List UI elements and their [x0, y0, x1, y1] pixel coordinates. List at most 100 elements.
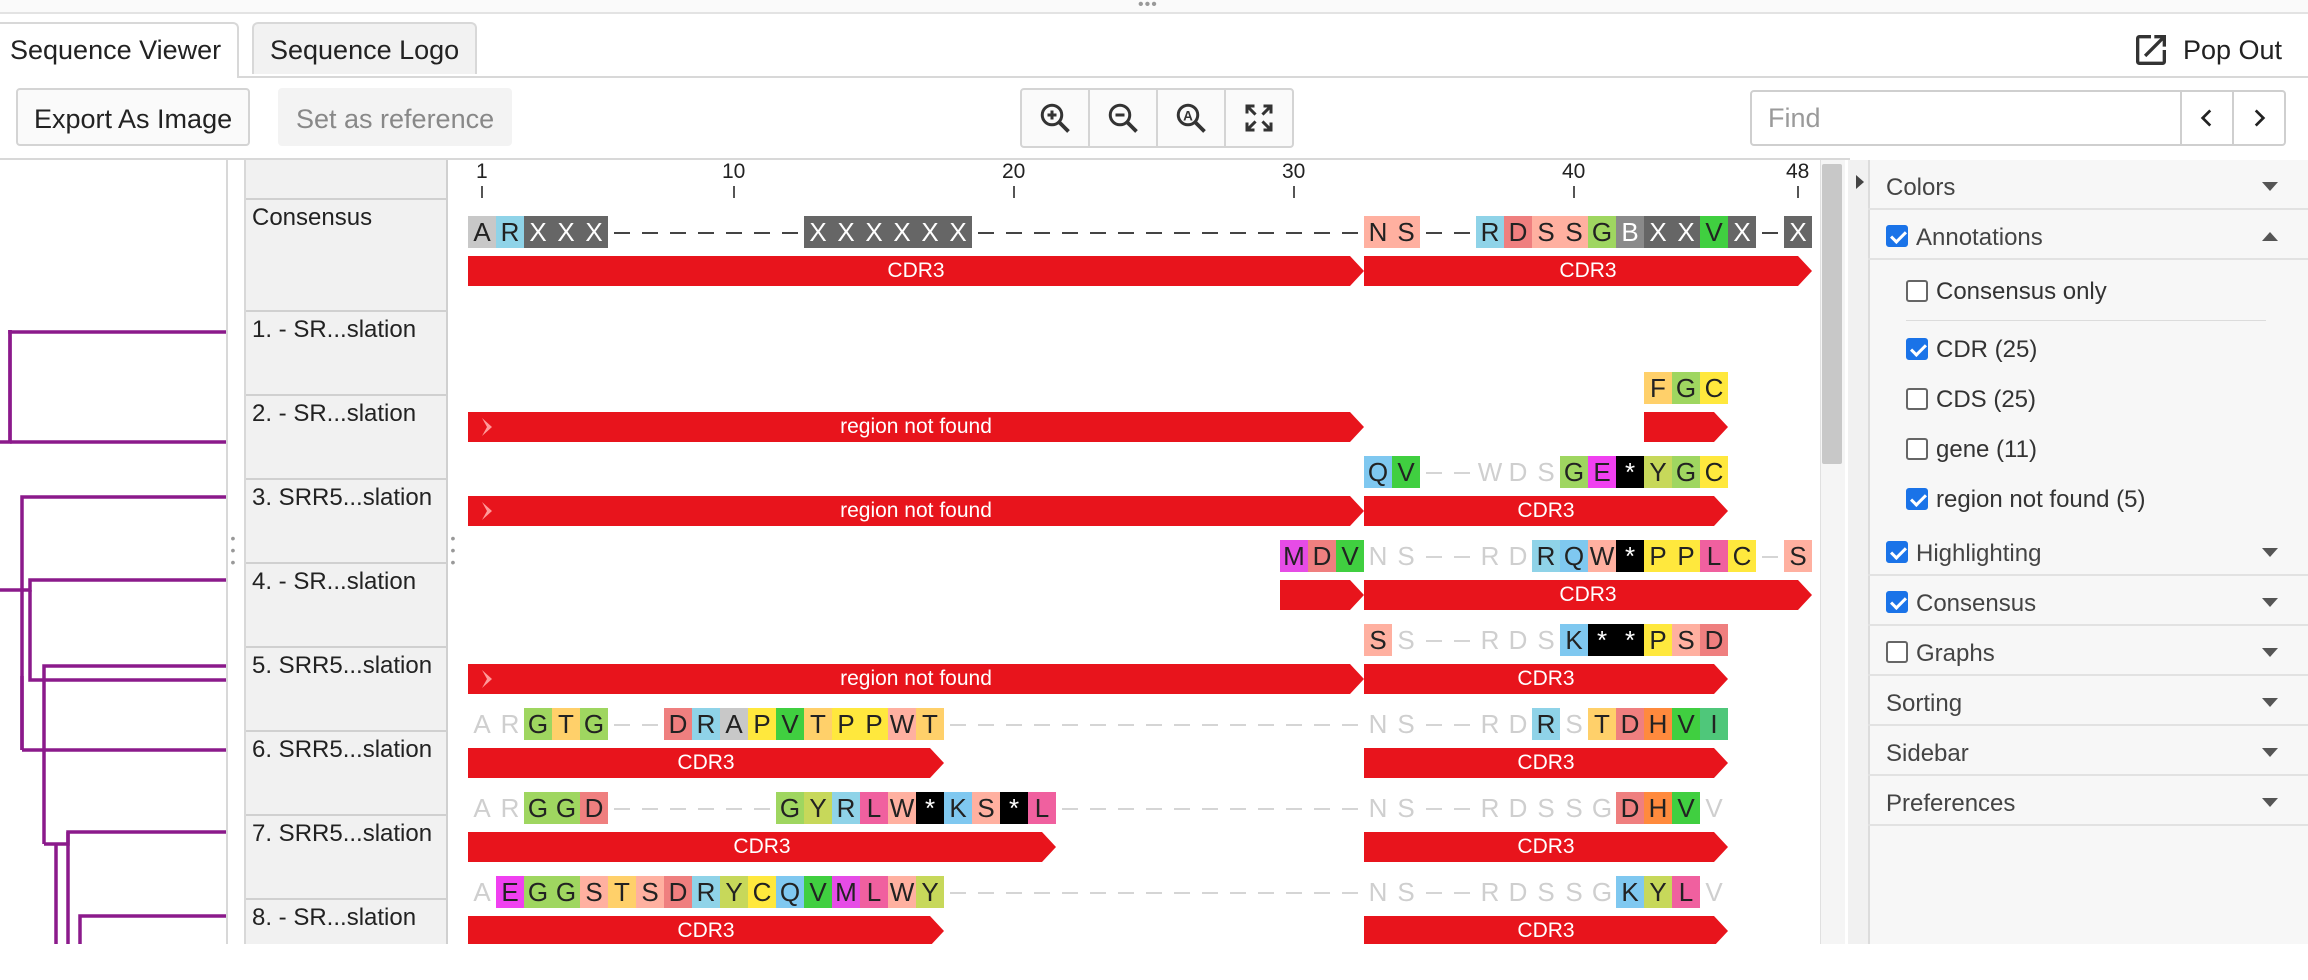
cdr3-annotation[interactable]: CDR3 [1364, 748, 1728, 778]
alignment-gap [1090, 808, 1106, 810]
residue: P [748, 708, 776, 740]
residue: X [860, 216, 888, 248]
zoom-out-button[interactable] [1090, 90, 1158, 146]
annotation-option-checkbox[interactable] [1906, 338, 1928, 360]
alignment-gap [642, 232, 658, 234]
cdr3-annotation[interactable]: CDR3 [1364, 256, 1812, 286]
residue: S [1397, 625, 1415, 655]
cdr3-annotation[interactable] [1644, 412, 1728, 442]
drag-handle-icon[interactable]: ••• [1138, 0, 1158, 13]
residue: N [1368, 793, 1388, 823]
sequence-label[interactable]: 3. SRR5...slation [246, 478, 446, 560]
alignment-gap [754, 232, 770, 234]
region-not-found-annotation[interactable]: region not found [468, 496, 1364, 526]
annotation-option-checkbox[interactable] [1906, 438, 1928, 460]
zoom-fit-button[interactable]: A [1158, 90, 1226, 146]
scrollbar-thumb[interactable] [1822, 164, 1842, 464]
phylogenetic-tree [0, 330, 226, 944]
section-sidebar[interactable]: Sidebar [1868, 728, 2308, 776]
section-checkbox[interactable] [1886, 225, 1908, 247]
annotation-option[interactable]: Consensus only [1868, 266, 2308, 316]
fullscreen-button[interactable] [1226, 90, 1292, 146]
section-annotations[interactable]: Annotations [1868, 212, 2308, 260]
residue: E [496, 876, 524, 908]
cdr3-annotation[interactable]: CDR3 [1364, 580, 1812, 610]
section-graphs[interactable]: Graphs [1868, 628, 2308, 676]
residue: S [580, 876, 608, 908]
section-sorting[interactable]: Sorting [1868, 678, 2308, 726]
annotation-option-checkbox[interactable] [1906, 280, 1928, 302]
section-highlighting[interactable]: Highlighting [1868, 528, 2308, 576]
chevron-down-icon [2262, 698, 2278, 707]
residue: R [1480, 793, 1500, 823]
alignment-gap [614, 808, 630, 810]
sequence-label[interactable]: 5. SRR5...slation [246, 646, 446, 728]
region-not-found-annotation[interactable]: region not found [468, 412, 1364, 442]
find-previous-button[interactable] [2180, 92, 2232, 144]
sequence-label[interactable]: 7. SRR5...slation [246, 814, 446, 896]
residue: T [608, 876, 636, 908]
residue: A [473, 793, 491, 823]
zoom-in-button[interactable] [1022, 90, 1090, 146]
sequence-label[interactable]: 4. - SR...slation [246, 562, 446, 644]
cdr3-annotation[interactable]: CDR3 [1364, 916, 1728, 944]
alignment-gap [1202, 232, 1218, 234]
cdr3-annotation[interactable]: CDR3 [468, 832, 1056, 862]
alignment-gap [1454, 892, 1470, 894]
set-as-reference-button[interactable]: Set as reference [278, 88, 513, 146]
export-as-image-button[interactable]: Export As Image [16, 88, 251, 146]
sequence-label[interactable]: 8. - SR...slation [246, 898, 446, 980]
alignment-gap [670, 808, 686, 810]
alignment-gap [726, 232, 742, 234]
find-box [1750, 90, 2286, 146]
alignment-gap [950, 724, 966, 726]
section-preferences[interactable]: Preferences [1868, 778, 2308, 826]
cdr3-annotation[interactable]: CDR3 [468, 748, 944, 778]
find-next-button[interactable] [2232, 92, 2284, 144]
alignment-gap [1034, 724, 1050, 726]
annotation-option-checkbox[interactable] [1906, 388, 1928, 410]
cdr3-annotation[interactable]: CDR3 [468, 256, 1364, 286]
section-checkbox[interactable] [1886, 641, 1908, 663]
residue: P [1644, 540, 1672, 572]
cdr3-annotation[interactable]: CDR3 [1364, 664, 1728, 694]
residue: N [1368, 541, 1388, 571]
tab-sequence-logo[interactable]: Sequence Logo [252, 22, 478, 74]
sequence-label[interactable]: 2. - SR...slation [246, 394, 446, 476]
annotation-option[interactable]: gene (11) [1868, 424, 2308, 474]
section-colors[interactable]: Colors [1868, 162, 2308, 210]
panel-collapse-strip[interactable] [1848, 160, 1870, 944]
region-not-found-annotation[interactable]: region not found [468, 664, 1364, 694]
residue: V [1705, 877, 1723, 907]
labels-resize-handle[interactable]: • • • [448, 531, 458, 569]
pop-out-button[interactable]: Pop Out [2131, 30, 2282, 70]
residue: G [776, 792, 804, 824]
section-checkbox[interactable] [1886, 591, 1908, 613]
tab-sequence-viewer[interactable]: Sequence Viewer [0, 22, 240, 78]
annotation-option[interactable]: CDS (25) [1868, 374, 2308, 424]
annotation-label: CDR3 [1517, 499, 1575, 522]
cdr3-annotation[interactable]: CDR3 [1364, 496, 1728, 526]
section-checkbox[interactable] [1886, 541, 1908, 563]
find-input[interactable] [1752, 92, 2180, 144]
residue: S [1397, 541, 1415, 571]
alignment-gap [978, 232, 994, 234]
residue: R [1480, 877, 1500, 907]
chevron-down-icon [2262, 598, 2278, 607]
cdr3-annotation[interactable] [1280, 580, 1364, 610]
alignment-view[interactable]: 1 10 20 30 40 48 A R X X X X X X X X X N S R D S S G B X X V X X CDR3… [464, 160, 1820, 944]
annotation-label: CDR3 [1517, 835, 1575, 858]
cdr3-annotation[interactable]: CDR3 [1364, 832, 1728, 862]
annotation-option[interactable]: region not found (5) [1868, 474, 2308, 524]
tree-resize-handle[interactable]: • • • [228, 531, 238, 569]
alignment-gap [1342, 892, 1358, 894]
annotation-option[interactable]: CDR (25) [1868, 324, 2308, 374]
section-consensus[interactable]: Consensus [1868, 578, 2308, 626]
residue: M [1280, 540, 1308, 572]
cdr3-annotation[interactable]: CDR3 [468, 916, 944, 944]
sequence-label[interactable]: 6. SRR5...slation [246, 730, 446, 812]
alignment-gap [1062, 724, 1078, 726]
sequence-label[interactable]: 1. - SR...slation [246, 310, 446, 392]
alignment-gap [1118, 808, 1134, 810]
annotation-option-checkbox[interactable] [1906, 488, 1928, 510]
